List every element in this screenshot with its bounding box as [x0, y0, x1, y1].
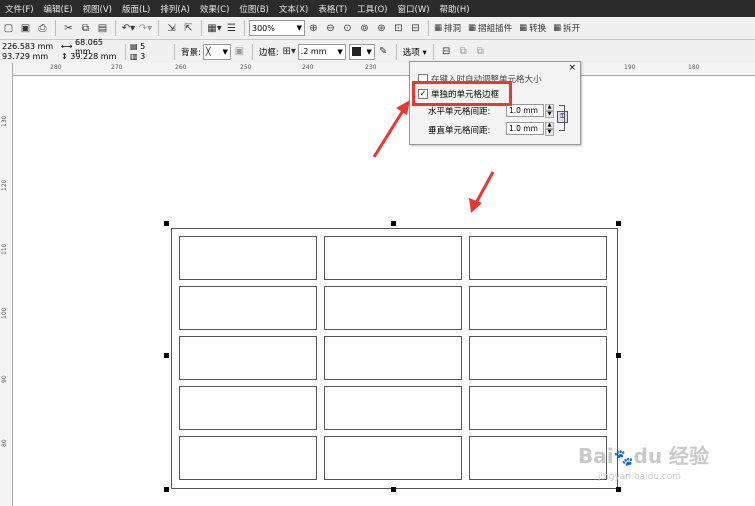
watermark-logo: Bai🐾du 经验 [578, 444, 710, 468]
watermark-url: jingyan.baidu.com [598, 472, 682, 482]
arrow-head-2 [469, 198, 482, 213]
arrow-to-checkbox [372, 108, 406, 158]
arrow-to-table [474, 171, 495, 204]
annotation-arrows [372, 100, 495, 213]
